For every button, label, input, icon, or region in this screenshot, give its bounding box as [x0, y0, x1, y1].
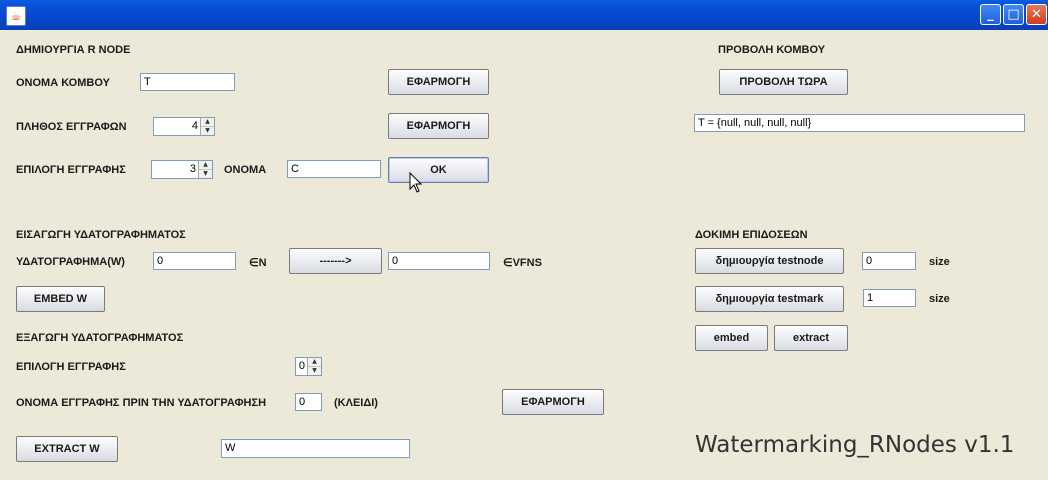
testmark-size-input[interactable]: 1 [863, 289, 916, 307]
view-node-heading: ΠΡΟΒΟΛΗ ΚΟΜΒΟΥ [718, 44, 826, 56]
mouse-pointer-icon [409, 172, 423, 193]
node-view-output[interactable]: T = {null, null, null, null} [694, 114, 1025, 132]
testnode-size-label: size [929, 256, 950, 268]
spinner-down-icon[interactable]: ▼ [199, 169, 212, 178]
app-title-label: Watermarking_RNodes v1.1 [695, 432, 1015, 458]
apply-extract-button[interactable]: ΕΦΑΡΜΟΓΗ [502, 389, 604, 415]
create-testnode-button[interactable]: δημιουργία testnode [695, 248, 844, 274]
testnode-size-input[interactable]: 0 [862, 252, 916, 270]
testmark-size-label: size [929, 293, 950, 305]
create-rnode-heading: ΔΗΜΙΟΥΡΓΙΑ R NODE [16, 44, 131, 56]
records-count-spinner[interactable]: 4 ▲ ▼ [153, 117, 215, 136]
node-name-label: ΟΝΟΜΑ ΚΟΜΒΟΥ [16, 77, 110, 89]
close-button[interactable]: ✕ [1026, 4, 1047, 25]
minimize-button[interactable]: _ [980, 4, 1001, 25]
apply-node-name-button[interactable]: ΕΦΑΡΜΟΓΗ [388, 69, 489, 95]
insert-watermark-heading: ΕΙΣΑΓΩΓΗ ΥΔΑΤΟΓΡΑΦΗΜΑΤΟΣ [16, 229, 186, 241]
watermark-label: ΥΔΑΤΟΓΡΑΦΗΜΑ(W) [16, 256, 125, 268]
main-panel: ΔΗΜΙΟΥΡΓΙΑ R NODE ΟΝΟΜΑ ΚΟΜΒΟΥ T ΕΦΑΡΜΟΓ… [0, 30, 1048, 480]
records-count-label: ΠΛΗΘΟΣ ΕΓΓΡΑΦΩΝ [16, 121, 127, 133]
spinner-up-icon[interactable]: ▲ [199, 161, 212, 170]
extract-result-input[interactable]: W [221, 439, 410, 458]
extract-record-value: 0 [298, 360, 305, 372]
create-testmark-button[interactable]: δημιουργία testmark [695, 286, 844, 312]
spinner-up-icon[interactable]: ▲ [308, 358, 321, 367]
select-record-value: 3 [189, 163, 196, 175]
record-name-before-label: ΟΝΟΜΑ ΕΓΓΡΑΦΗΣ ΠΡΙΝ ΤΗΝ ΥΔΑΤΟΓΡΑΦΗΣΗ [16, 397, 267, 409]
maximize-button[interactable]: □ [1003, 4, 1024, 25]
extract-w-button[interactable]: EXTRACT W [16, 436, 118, 462]
select-record-spinner[interactable]: 3 ▲ ▼ [151, 160, 213, 179]
view-now-button[interactable]: ΠΡΟΒΟΛΗ ΤΩΡΑ [719, 69, 848, 95]
record-name-before-input[interactable]: 0 [295, 393, 322, 411]
embed-w-button[interactable]: EMBED W [16, 286, 105, 312]
node-name-input[interactable]: T [140, 73, 235, 91]
extract-select-record-label: ΕΠΙΛΟΓΗ ΕΓΓΡΑΦΗΣ [16, 361, 126, 373]
spinner-down-icon[interactable]: ▼ [201, 126, 214, 135]
records-count-value: 4 [191, 120, 198, 132]
embed-button[interactable]: embed [695, 325, 768, 351]
key-label: (ΚΛΕΙΔΙ) [334, 397, 378, 409]
spinner-up-icon[interactable]: ▲ [201, 118, 214, 127]
performance-test-heading: ΔΟΚΙΜΗ ΕΠΙΔΟΣΕΩΝ [695, 229, 808, 241]
in-vfns-label: ∈VFNS [503, 257, 542, 269]
select-record-label: ΕΠΙΛΟΓΗ ΕΓΓΡΑΦΗΣ [16, 164, 126, 176]
apply-records-count-button[interactable]: ΕΦΑΡΜΟΓΗ [388, 113, 489, 139]
ok-button[interactable]: OK [388, 157, 489, 183]
vfns-result-input[interactable]: 0 [388, 252, 490, 270]
watermark-input[interactable]: 0 [153, 252, 236, 270]
in-n-label: ∈N [249, 257, 267, 269]
name-label: ΟΝΟΜΑ [224, 164, 267, 176]
convert-arrow-button[interactable]: -------> [289, 248, 382, 274]
record-name-input[interactable]: C [287, 160, 381, 178]
extract-record-spinner[interactable]: 0 ▲ ▼ [295, 357, 322, 376]
extract-button[interactable]: extract [774, 325, 848, 351]
java-cup-icon: ☕ [6, 6, 26, 26]
spinner-down-icon[interactable]: ▼ [308, 366, 321, 375]
extract-watermark-heading: ΕΞΑΓΩΓΗ ΥΔΑΤΟΓΡΑΦΗΜΑΤΟΣ [16, 332, 184, 344]
title-bar: ☕ _ □ ✕ [0, 0, 1048, 30]
